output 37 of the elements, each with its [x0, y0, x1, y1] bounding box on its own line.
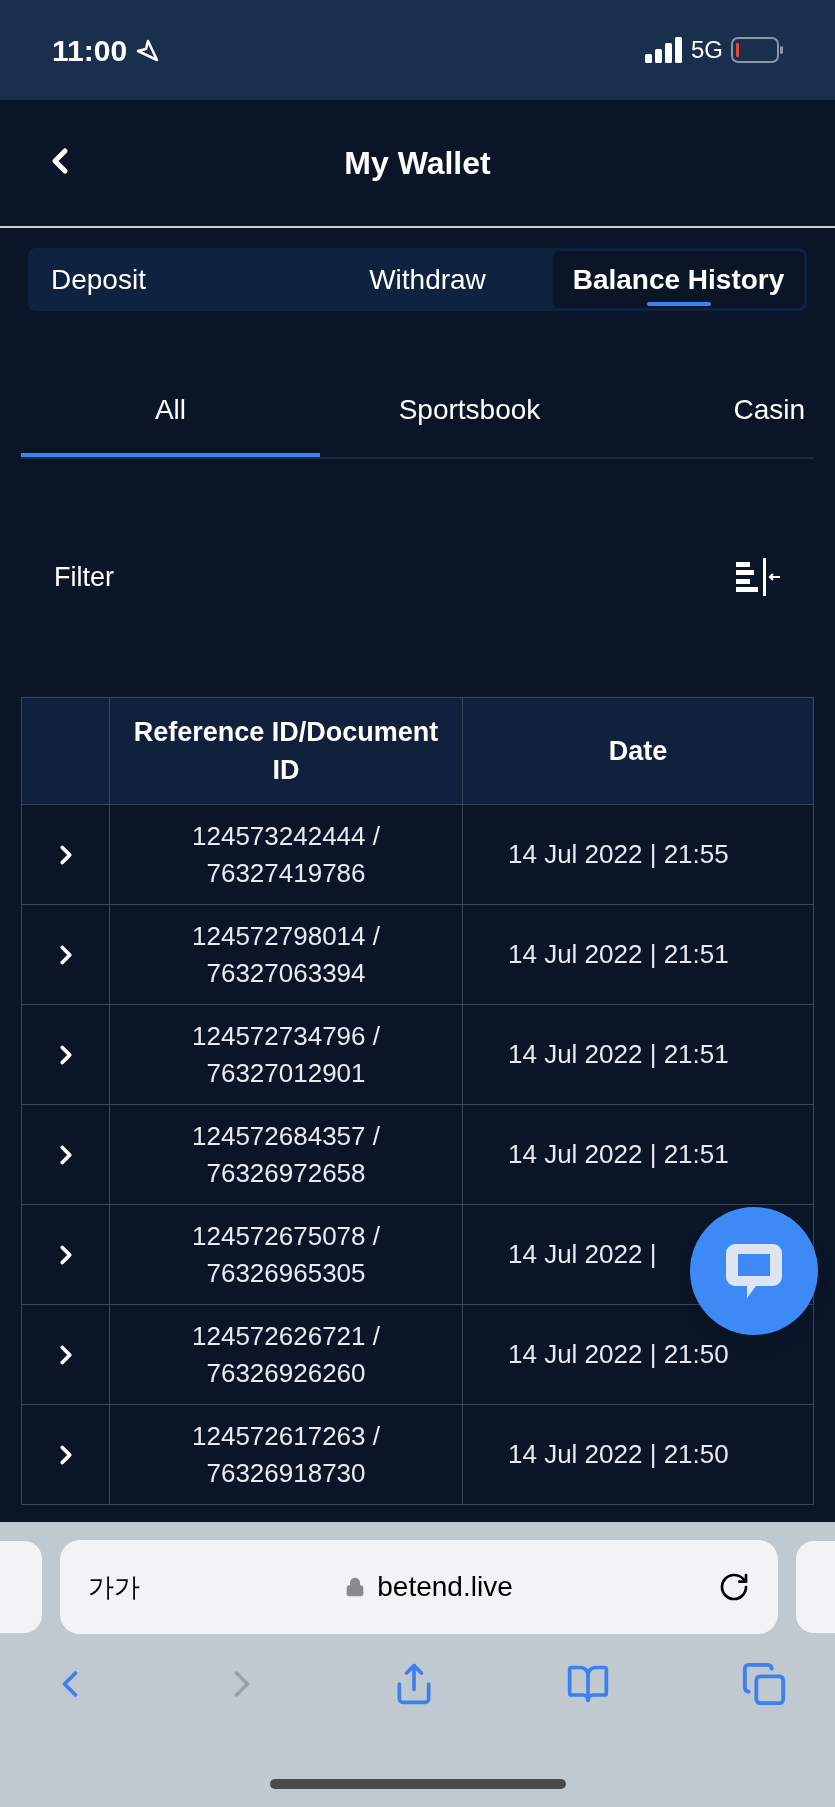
tab[interactable]: Deposit: [31, 251, 302, 308]
table-cell-text: 124572684357 / 76326972658: [191, 1119, 381, 1190]
table-cell-text: 14 Jul 2022 | 21:51: [508, 1038, 729, 1071]
table-cell-text: 124573242444 / 76327419786: [191, 819, 381, 890]
category-tab[interactable]: Casin: [619, 367, 813, 457]
url-text: betend.live: [377, 1570, 513, 1604]
table-cell-text: 124572798014 / 76327063394: [191, 919, 381, 990]
category-tab[interactable]: All: [21, 367, 320, 457]
reload-icon[interactable]: [718, 1571, 750, 1603]
table-cell-text: 124572734796 / 76327012901: [191, 1019, 381, 1090]
tab-indicator: [646, 302, 711, 306]
tab[interactable]: Withdraw: [302, 251, 553, 308]
table-cell-text: 14 Jul 2022 |: [508, 1238, 657, 1271]
battery-icon: [731, 37, 783, 63]
table-cell-text: 14 Jul 2022 | 21:50: [508, 1438, 729, 1471]
filter-toggle-button[interactable]: [735, 557, 781, 597]
table-cell-text: 124572626721 / 76326926260: [191, 1319, 381, 1390]
column-header: Date: [462, 698, 813, 804]
network-label: 5G: [691, 35, 723, 65]
lock-icon: [345, 1576, 366, 1598]
signal-icon: [645, 37, 683, 63]
address-bar[interactable]: 가가 betend.live: [60, 1540, 778, 1634]
table-cell-text: 14 Jul 2022 | 21:51: [508, 938, 729, 971]
category-tab[interactable]: Sportsbook: [320, 367, 619, 457]
filter-label: Filter: [54, 560, 114, 594]
column-header: Reference ID/Document ID: [109, 698, 462, 804]
table-cell-text: 14 Jul 2022 | 21:55: [508, 838, 729, 871]
page-title: My Wallet: [344, 144, 491, 183]
collapse-panel-icon: [736, 558, 780, 596]
table-cell-text: 14 Jul 2022 | 21:50: [508, 1338, 729, 1371]
tab[interactable]: Balance History: [553, 251, 804, 308]
location-arrow-icon: [135, 38, 160, 62]
table-cell-text: 14 Jul 2022 | 21:51: [508, 1138, 729, 1171]
text-size-button[interactable]: 가가: [88, 1567, 140, 1607]
clock-time: 11:00: [52, 32, 128, 69]
table-cell-text: 124572617263 / 76326918730: [191, 1419, 381, 1490]
table-cell-text: 124572675078 / 76326965305: [191, 1219, 381, 1290]
